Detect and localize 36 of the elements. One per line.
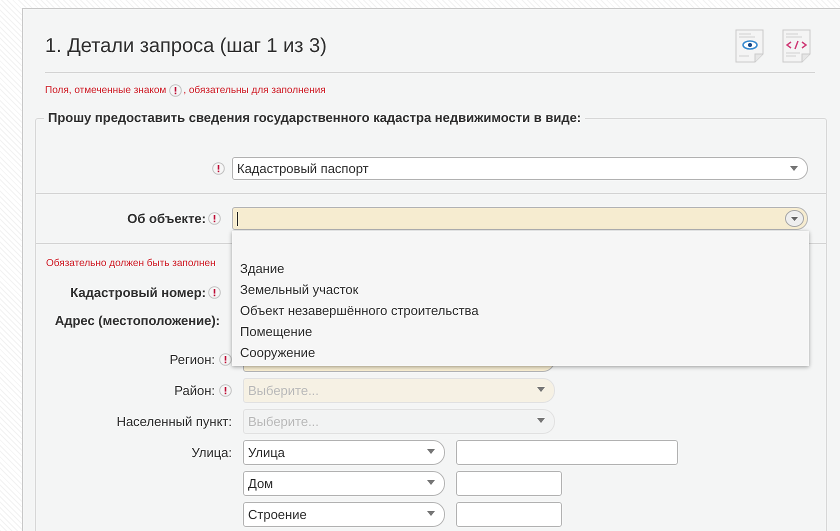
object-select[interactable] (232, 207, 808, 230)
field-label: Район: (174, 383, 215, 398)
required-note: , обязательны для заполнения (183, 84, 326, 96)
required-icon (169, 84, 182, 96)
field-label: Улица: (191, 445, 232, 460)
document-type-select[interactable]: Кадастровый паспорт (232, 157, 808, 180)
document-code-icon[interactable] (782, 29, 811, 63)
fieldset-legend: Прошу предоставить сведения государственного кадастра недвижимости в виде: (44, 110, 586, 125)
address-part-input[interactable] (456, 471, 562, 496)
page-title: 1. Детали запроса (шаг 1 из 3) (45, 34, 327, 58)
validation-message: Обязательно должен быть заполнен (46, 258, 216, 271)
caret-icon (785, 210, 804, 227)
dropdown-option[interactable]: Объект незавершённого строительства (232, 300, 809, 321)
caret-icon (427, 480, 435, 485)
dropdown-option[interactable]: Помещение (232, 321, 809, 342)
caret-icon (537, 418, 545, 423)
required-note: Поля, отмеченные знаком (45, 84, 166, 96)
address-part-select[interactable]: Строение (243, 502, 445, 527)
address-part-input[interactable] (456, 502, 562, 527)
field-label: Кадастровый номер: (69, 284, 206, 300)
address-part-select[interactable]: Дом (243, 471, 445, 496)
text-cursor (237, 212, 238, 226)
caret-icon (790, 166, 798, 171)
dropdown-option[interactable]: Земельный участок (232, 279, 809, 300)
field-label: Населенный пункт: (116, 414, 232, 429)
field-label: Об объекте: (126, 211, 206, 226)
caret-icon (537, 387, 545, 392)
dropdown-option[interactable]: Сооружение (232, 342, 809, 363)
caret-icon (427, 511, 435, 516)
caret-icon (427, 449, 435, 454)
field-label: Регион: (170, 352, 215, 367)
field-label: Адрес (местоположение): (54, 312, 221, 328)
address-part-select[interactable]: Улица (243, 440, 445, 465)
dropdown-option[interactable]: Здание (232, 258, 809, 279)
address-part-input[interactable] (456, 440, 678, 465)
document-preview-icon[interactable] (735, 29, 764, 63)
